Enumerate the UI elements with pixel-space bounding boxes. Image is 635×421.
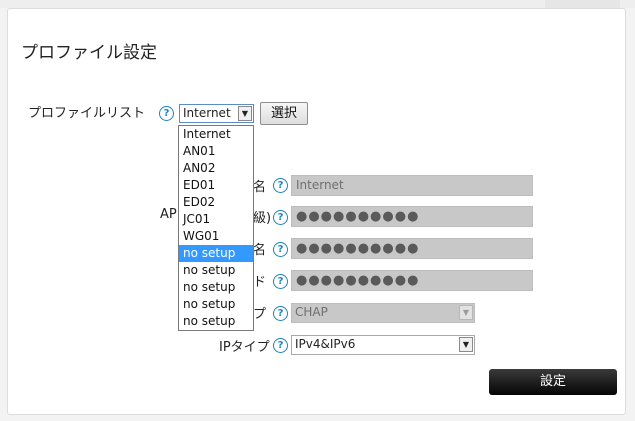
dropdown-option[interactable]: no setup bbox=[179, 279, 253, 296]
help-circle-icon[interactable]: ? bbox=[273, 338, 288, 353]
submit-button[interactable]: 設定 bbox=[489, 369, 617, 395]
username-field[interactable]: ●●●●●●●●●● bbox=[291, 238, 533, 259]
top-tab bbox=[545, 0, 620, 8]
help-circle-icon[interactable]: ? bbox=[273, 210, 288, 225]
password-label: ド bbox=[253, 275, 267, 290]
select-button[interactable]: 選択 bbox=[260, 102, 308, 125]
ip-type-select[interactable]: IPv4&IPv6 ▼ bbox=[291, 335, 475, 355]
chevron-down-icon: ▼ bbox=[459, 305, 473, 320]
page-title: プロファイル設定 bbox=[21, 43, 157, 63]
dropdown-option[interactable]: AN02 bbox=[179, 160, 253, 177]
dropdown-option[interactable]: Internet bbox=[179, 126, 253, 143]
password-field[interactable]: ●●●●●●●●●● bbox=[291, 270, 533, 291]
auth-type-label: プ bbox=[253, 307, 267, 322]
auth-type-select[interactable]: CHAP ▼ bbox=[291, 303, 475, 323]
profile-select-value: Internet bbox=[183, 106, 231, 120]
dropdown-option[interactable]: no setup bbox=[179, 296, 253, 313]
profile-name-field[interactable]: Internet bbox=[291, 175, 533, 196]
help-circle-icon[interactable]: ? bbox=[273, 178, 288, 193]
auth-type-value: CHAP bbox=[295, 305, 328, 319]
help-circle-icon[interactable]: ? bbox=[273, 274, 288, 289]
dropdown-option-highlighted[interactable]: no setup bbox=[179, 245, 253, 262]
dropdown-option[interactable]: no setup bbox=[179, 262, 253, 279]
apn-label: AP bbox=[160, 207, 177, 222]
apn-field[interactable]: ●●●●●●●●●● bbox=[291, 206, 533, 227]
apn-label-suffix: 級) bbox=[253, 211, 272, 226]
help-circle-icon[interactable]: ? bbox=[159, 106, 174, 121]
profile-list-label: プロファイルリスト bbox=[28, 106, 146, 121]
dropdown-option[interactable]: AN01 bbox=[179, 143, 253, 160]
dropdown-option[interactable]: ED02 bbox=[179, 194, 253, 211]
dropdown-option[interactable]: ED01 bbox=[179, 177, 253, 194]
dropdown-option[interactable]: WG01 bbox=[179, 228, 253, 245]
username-label: 名 bbox=[253, 243, 267, 258]
ip-type-label: IPタイプ bbox=[219, 340, 270, 355]
chevron-down-icon: ▼ bbox=[238, 106, 252, 121]
top-strip bbox=[0, 0, 635, 8]
help-circle-icon[interactable]: ? bbox=[273, 242, 288, 257]
help-circle-icon[interactable]: ? bbox=[273, 306, 288, 321]
ip-type-value: IPv4&IPv6 bbox=[295, 337, 356, 351]
profile-select[interactable]: Internet ▼ bbox=[179, 104, 254, 123]
profile-dropdown-list: Internet AN01 AN02 ED01 ED02 JC01 WG01 n… bbox=[178, 125, 254, 331]
chevron-down-icon: ▼ bbox=[459, 337, 473, 352]
profile-name-label: 名 bbox=[253, 180, 267, 195]
dropdown-option[interactable]: JC01 bbox=[179, 211, 253, 228]
dropdown-option[interactable]: no setup bbox=[179, 313, 253, 330]
